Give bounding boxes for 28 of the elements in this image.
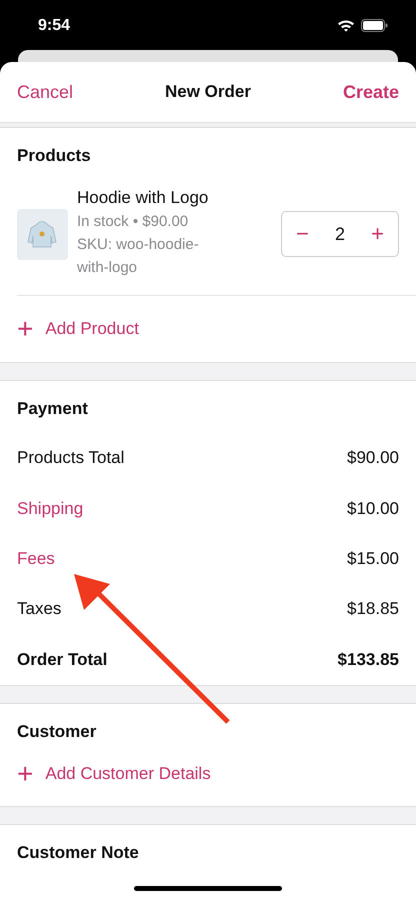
add-product-button[interactable]: + Add Product (0, 296, 416, 362)
amount-value: $90.00 (347, 448, 399, 468)
add-customer-button[interactable]: + Add Customer Details (0, 742, 416, 806)
amount-value: $15.00 (347, 548, 399, 569)
payment-label: Taxes (17, 599, 62, 620)
amount-value: $133.85 (338, 650, 399, 670)
stock-price: In stock • $90.00 (77, 212, 190, 232)
battery-icon (361, 18, 388, 32)
section-title: Customer Note (16, 842, 140, 863)
quantity-value: 2 (334, 224, 345, 244)
payment-link[interactable]: Shipping (17, 498, 84, 519)
status-time: 9:54 (38, 17, 70, 35)
section-title: Customer (16, 720, 98, 742)
amount-value: $10.00 (347, 498, 399, 519)
product-name: Hoodie with Logo (77, 187, 210, 209)
cancel-button[interactable]: Cancel (17, 82, 74, 102)
payment-link[interactable]: Fees (17, 548, 55, 569)
screen-title: New Order (165, 82, 251, 102)
amount-value: $18.85 (347, 599, 399, 620)
wifi-icon (337, 18, 355, 32)
total-label: Order Total (17, 650, 108, 670)
payment-label: Products Total (17, 448, 124, 468)
product-sku: SKU: woo-hoodie-with-logo (77, 235, 200, 278)
decrease-button[interactable]: − (296, 221, 309, 247)
create-button[interactable]: Create (342, 82, 399, 102)
section-title: Products (16, 145, 92, 166)
increase-button[interactable]: + (371, 221, 384, 247)
section-title: Payment (16, 398, 89, 419)
